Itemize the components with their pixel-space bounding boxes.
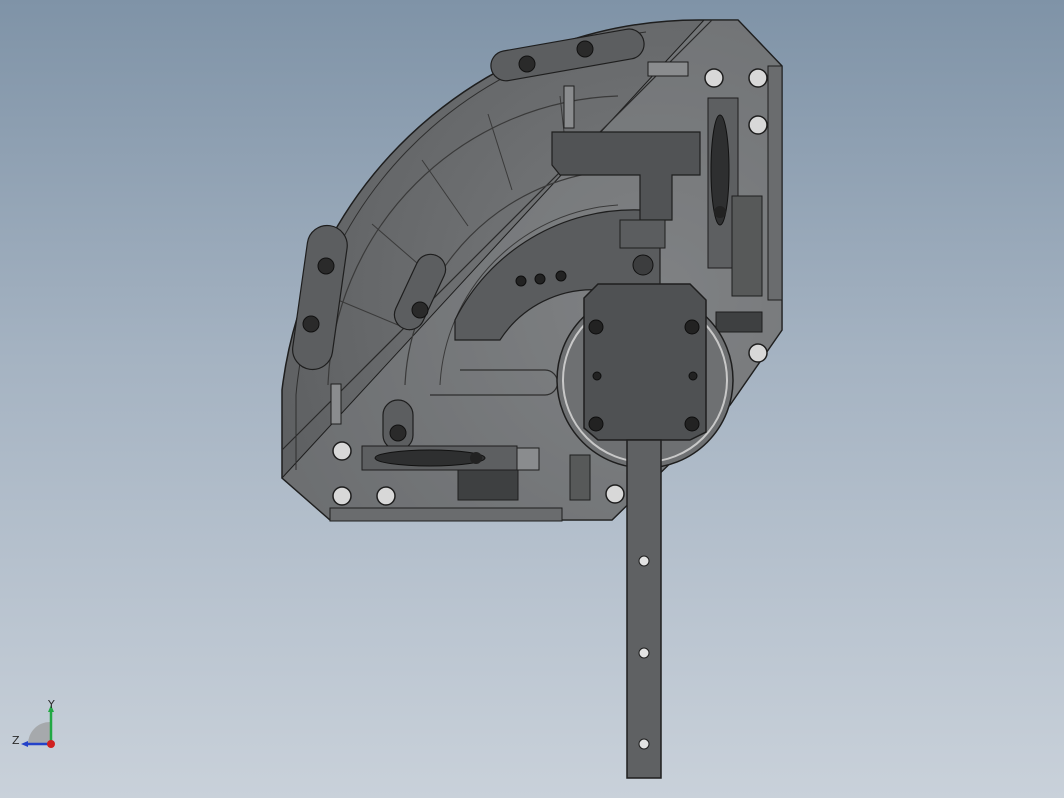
x-axis-icon	[47, 740, 55, 748]
screw-top	[563, 85, 575, 129]
assembly-model[interactable]	[0, 0, 1064, 798]
y-axis-label: Y	[48, 698, 55, 711]
triad-quarter-disc	[28, 722, 50, 744]
vertical-strip	[626, 439, 662, 779]
right-block	[731, 195, 763, 297]
orientation-triad[interactable]: Y Z	[8, 696, 68, 756]
motor-body	[583, 283, 707, 441]
z-axis-label: Z	[12, 734, 20, 747]
pivot-nut	[632, 254, 654, 276]
side-rail	[767, 65, 783, 301]
screw-right	[647, 61, 689, 77]
bottom-block	[457, 469, 519, 501]
screw-left	[330, 383, 342, 425]
bottom-rail	[329, 507, 563, 522]
cad-viewport[interactable]: Y Z	[0, 0, 1064, 798]
pivot-block	[619, 219, 666, 249]
